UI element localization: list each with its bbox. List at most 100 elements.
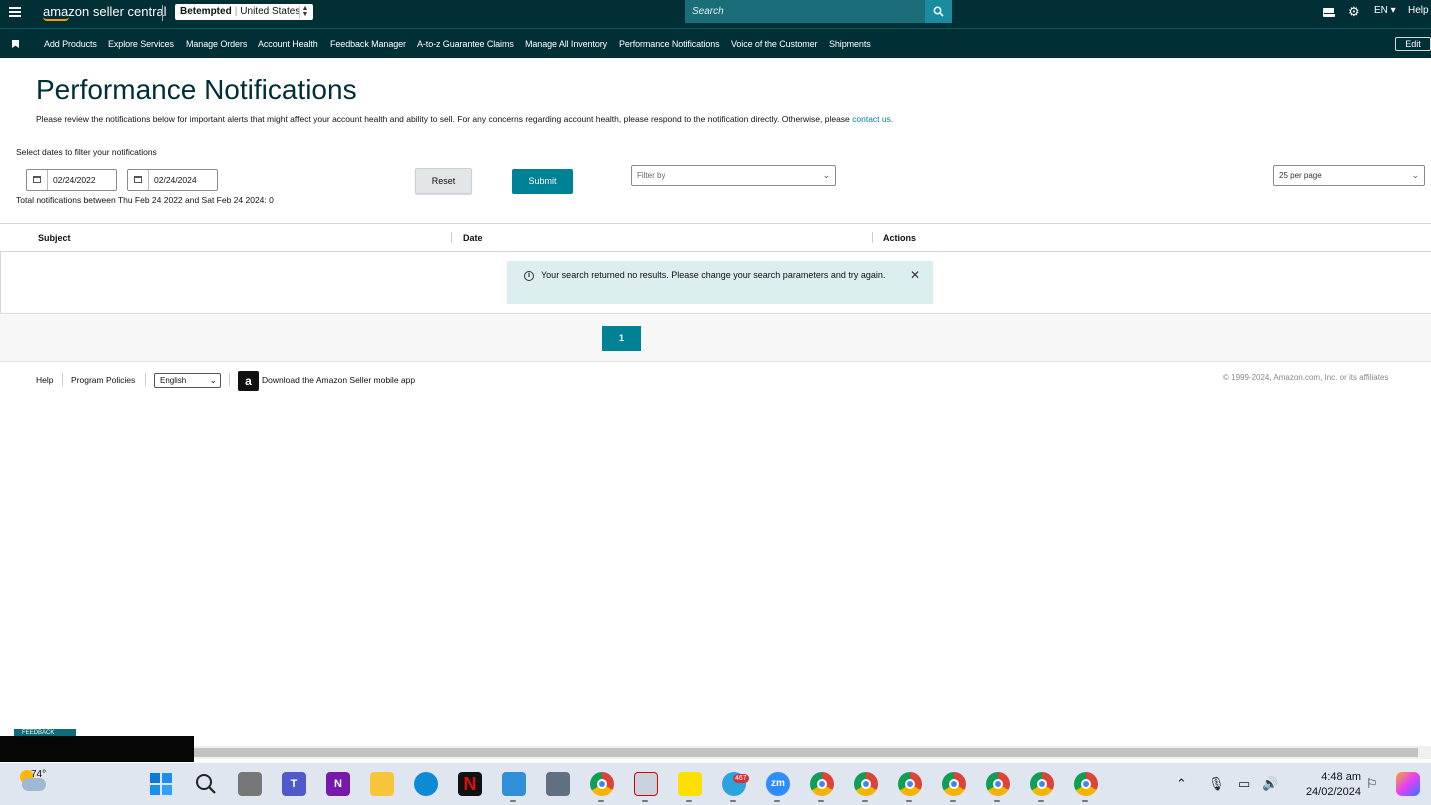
gear-icon[interactable]: ⚙ (1348, 5, 1360, 18)
store-region: United States (240, 6, 301, 17)
clock-time: 4:48 am (1321, 771, 1361, 783)
nav-atoz-claims[interactable]: A-to-z Guarantee Claims (417, 39, 514, 49)
nav-explore-services[interactable]: Explore Services (108, 39, 174, 49)
system-clock[interactable]: 4:48 am 24/02/2024 (1306, 770, 1361, 800)
col-divider (872, 232, 873, 243)
network-icon[interactable]: ▭ (1238, 776, 1250, 792)
sticky-notes-icon[interactable] (678, 772, 702, 796)
notepad-icon[interactable] (502, 772, 526, 796)
nav-shipments[interactable]: Shipments (829, 39, 871, 49)
chevron-down-icon: ⌄ (1411, 170, 1419, 180)
running-indicator (510, 800, 516, 802)
running-indicator (1038, 800, 1044, 802)
col-date[interactable]: Date (463, 233, 483, 243)
logo-smile-icon (43, 17, 69, 21)
footer-language-select[interactable]: English ⌄ (154, 373, 221, 388)
table-header: Subject Date Actions (0, 223, 1431, 252)
chevron-down-icon: ⌄ (209, 375, 217, 385)
col-divider (451, 232, 452, 243)
menu-icon[interactable] (9, 7, 21, 17)
end-date-field[interactable]: 02/24/2024 (127, 169, 218, 191)
notification-icon[interactable]: ⚐ (1366, 776, 1378, 792)
header-divider (162, 5, 163, 21)
pagination-band (0, 315, 1431, 362)
alert-message: Your search returned no results. Please … (541, 270, 886, 280)
running-indicator (730, 800, 736, 802)
mail-icon[interactable] (1323, 8, 1335, 17)
footer-divider (229, 373, 230, 386)
calculator-icon[interactable] (546, 772, 570, 796)
chevron-up-icon[interactable]: ⌃ (1176, 776, 1187, 792)
col-actions: Actions (883, 233, 917, 243)
clock-date: 24/02/2024 (1305, 786, 1361, 798)
netflix-icon[interactable]: N (458, 772, 482, 796)
copilot-icon[interactable] (1396, 772, 1420, 796)
file-explorer-icon[interactable] (370, 772, 394, 796)
start-date-field[interactable]: 02/24/2022 (26, 169, 117, 191)
teams-icon[interactable]: T (282, 772, 306, 796)
col-subject[interactable]: Subject (38, 233, 71, 243)
edge-icon[interactable] (414, 772, 438, 796)
total-notifications: Total notifications between Thu Feb 24 2… (16, 195, 274, 205)
scrollbar-thumb[interactable] (194, 748, 1418, 757)
running-indicator (642, 800, 648, 802)
chrome-icon[interactable] (590, 772, 614, 796)
no-results-alert: i Your search returned no results. Pleas… (507, 261, 933, 304)
telegram-badge: 467 (733, 774, 749, 783)
chrome-profile-icon[interactable] (898, 772, 922, 796)
chrome-profile-icon[interactable] (942, 772, 966, 796)
running-indicator (1082, 800, 1088, 802)
chrome-profile-icon[interactable] (810, 772, 834, 796)
nav-account-health[interactable]: Account Health (258, 39, 318, 49)
contact-us-link[interactable]: contact us. (852, 114, 893, 124)
start-icon[interactable] (149, 772, 173, 796)
chrome-profile-icon[interactable] (1030, 772, 1054, 796)
page-intro: Please review the notifications below fo… (36, 114, 894, 124)
volume-icon[interactable]: 🔊 (1262, 776, 1278, 792)
running-indicator (818, 800, 824, 802)
filter-by-select[interactable]: Filter by ⌄ (631, 165, 836, 186)
search-input[interactable]: Search (685, 0, 926, 23)
top-header: amazon seller central Betempted | United S… (0, 0, 1431, 29)
task-view-icon[interactable] (238, 772, 262, 796)
language-selector[interactable]: EN ▾ (1374, 5, 1396, 16)
running-indicator (950, 800, 956, 802)
store-name: Betempted (180, 6, 232, 17)
nav-voice-of-customer[interactable]: Voice of the Customer (731, 39, 818, 49)
copyright: © 1999-2024, Amazon.com, Inc. or its aff… (1223, 373, 1389, 382)
running-indicator (906, 800, 912, 802)
reset-button[interactable]: Reset (415, 168, 472, 194)
nav-bar: Add Products Explore Services Manage Ord… (0, 29, 1431, 58)
close-icon[interactable]: ✕ (910, 269, 920, 281)
running-indicator (686, 800, 692, 802)
per-page-select[interactable]: 25 per page ⌄ (1273, 165, 1425, 186)
zoom-icon[interactable]: zm (766, 772, 790, 796)
nav-feedback-manager[interactable]: Feedback Manager (330, 39, 406, 49)
search-button[interactable] (925, 0, 952, 23)
microphone-icon[interactable]: 🎙 (1208, 776, 1225, 792)
download-app-link[interactable]: Download the Amazon Seller mobile app (262, 375, 415, 385)
nav-manage-orders[interactable]: Manage Orders (186, 39, 247, 49)
snipping-tool-icon[interactable] (634, 772, 658, 796)
search-icon[interactable] (194, 772, 218, 796)
nav-performance-notifications[interactable]: Performance Notifications (619, 39, 720, 49)
chrome-profile-icon[interactable] (986, 772, 1010, 796)
bookmark-icon[interactable] (12, 40, 19, 48)
running-indicator (994, 800, 1000, 802)
help-link[interactable]: Help (1408, 5, 1429, 16)
page-title: Performance Notifications (36, 74, 357, 105)
page-1-button[interactable]: 1 (602, 326, 641, 351)
footer-help-link[interactable]: Help (36, 375, 53, 385)
calendar-icon (33, 176, 41, 183)
chrome-profile-icon[interactable] (1074, 772, 1098, 796)
onenote-icon[interactable]: N (326, 772, 350, 796)
info-icon: i (524, 271, 534, 281)
store-selector[interactable]: Betempted | United States ▲ ▼ (175, 4, 313, 20)
submit-button[interactable]: Submit (512, 169, 573, 194)
nav-manage-inventory[interactable]: Manage All Inventory (525, 39, 607, 49)
edit-nav-button[interactable]: Edit (1395, 37, 1431, 51)
chrome-profile-icon[interactable] (854, 772, 878, 796)
nav-add-products[interactable]: Add Products (44, 39, 97, 49)
program-policies-link[interactable]: Program Policies (71, 375, 135, 385)
amazon-seller-app-icon[interactable]: a (238, 371, 259, 391)
